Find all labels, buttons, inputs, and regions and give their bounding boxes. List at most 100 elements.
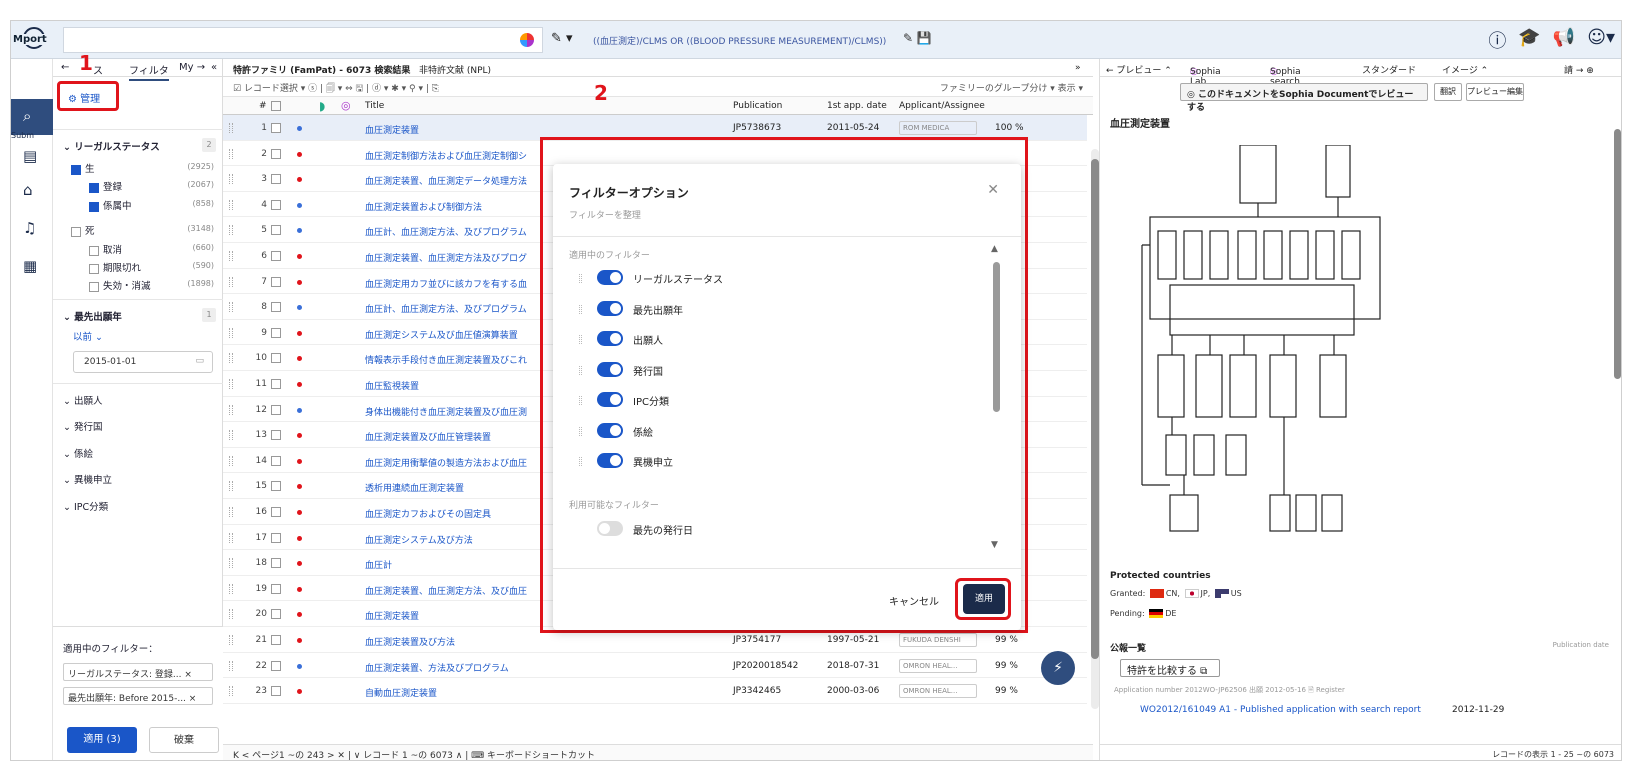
- drag-handle-icon[interactable]: [229, 583, 233, 594]
- patent-drawing[interactable]: [1130, 145, 1570, 555]
- row-checkbox[interactable]: [271, 225, 281, 236]
- facet-country[interactable]: ⌄ 発行国: [63, 419, 103, 433]
- megaphone-icon[interactable]: 📢: [1553, 27, 1575, 53]
- tab-preview[interactable]: ← プレビュー ⌃: [1106, 63, 1172, 76]
- dialog-apply-button[interactable]: 適用: [963, 584, 1005, 614]
- expand-icon[interactable]: »: [1075, 63, 1081, 73]
- tab-list[interactable]: ス: [93, 62, 103, 77]
- row-title-link[interactable]: 血圧計、血圧測定方法、及びプログラム: [365, 302, 545, 315]
- toggle-switch[interactable]: [597, 270, 623, 285]
- drag-handle-icon[interactable]: [579, 365, 582, 375]
- drag-handle-icon[interactable]: [229, 404, 233, 415]
- row-title-link[interactable]: 血圧計、血圧測定方法、及びプログラム: [365, 225, 545, 238]
- manage-button[interactable]: ⚙ 管理: [57, 81, 119, 111]
- pager[interactable]: K < ページ1 ~の 243 > ✕ | ∨ レコード 1 ~の 6073 ∧…: [223, 744, 1093, 760]
- lapsed-checkbox[interactable]: 失効・消滅: [89, 278, 151, 292]
- tab-standard[interactable]: スタンダード: [1362, 63, 1416, 76]
- edit-preview-button[interactable]: プレビュー編集: [1466, 83, 1524, 101]
- discard-button[interactable]: 破棄: [149, 727, 219, 753]
- drag-handle-icon[interactable]: [229, 123, 233, 133]
- row-checkbox[interactable]: [271, 558, 281, 569]
- drag-handle-icon[interactable]: [229, 481, 233, 492]
- apply-filters-button[interactable]: 適用 (3): [67, 727, 137, 753]
- row-checkbox[interactable]: [271, 251, 281, 261]
- priority-year-header[interactable]: ⌄ 最先出願年: [63, 309, 122, 323]
- filter-chip-priority[interactable]: 最先出願年: Before 2015-... ×: [63, 687, 213, 705]
- drag-handle-icon[interactable]: [229, 532, 233, 543]
- facet-opposition[interactable]: ⌄ 異機申立: [63, 472, 112, 486]
- save-icon[interactable]: 💾: [917, 31, 932, 45]
- col-publication[interactable]: Publication: [733, 101, 782, 111]
- dead-checkbox[interactable]: 死: [71, 223, 95, 237]
- before-dropdown[interactable]: 以前 ⌄: [73, 329, 103, 343]
- pending-checkbox[interactable]: 係属中: [89, 198, 132, 212]
- tab-npl[interactable]: 非特許文献 (NPL): [419, 63, 491, 76]
- row-checkbox[interactable]: [271, 199, 281, 210]
- row-checkbox[interactable]: [271, 327, 281, 338]
- row-title-link[interactable]: 血圧測定装置: [365, 609, 545, 622]
- row-checkbox[interactable]: [271, 379, 281, 389]
- drag-handle-icon[interactable]: [229, 276, 233, 287]
- drag-handle-icon[interactable]: [579, 396, 582, 405]
- col-applicant[interactable]: Applicant/Assignee: [899, 101, 985, 111]
- app-logo[interactable]: Mport: [13, 27, 57, 53]
- row-title-link[interactable]: 身体出機能付き血圧測定装置及び血圧測: [365, 405, 545, 418]
- toggle-switch[interactable]: [597, 331, 623, 346]
- row-checkbox[interactable]: [271, 532, 281, 543]
- toolbar-actions[interactable]: ☑ レコード選択 ▾ ⓢ | 🗐 ▾ ⇔ 🖫 | ⓓ ▾ ✱ ▾ ⚲ ▾ | ⎘: [233, 81, 439, 97]
- row-applicant[interactable]: ROM MEDICA: [899, 121, 977, 135]
- compare-patents-button[interactable]: 特許を比較する ⧉: [1120, 659, 1220, 677]
- toggle-switch[interactable]: [597, 453, 623, 468]
- tab-my[interactable]: My →: [179, 62, 205, 73]
- registered-checkbox[interactable]: 登録: [89, 179, 122, 193]
- row-title-link[interactable]: 血圧測定カフおよびその固定具: [365, 507, 545, 520]
- row-title-link[interactable]: 透析用連続血圧測定装置: [365, 481, 545, 494]
- application-number[interactable]: Application number 2012WO-JP62506 出願 201…: [1114, 685, 1345, 697]
- row-checkbox[interactable]: [271, 609, 281, 620]
- bell-icon[interactable]: ♫: [23, 219, 41, 237]
- row-checkbox[interactable]: [271, 455, 281, 466]
- row-title-link[interactable]: 血圧測定制御方法および血圧測定制御シ: [365, 149, 545, 162]
- toggle-switch[interactable]: [597, 300, 623, 316]
- row-checkbox[interactable]: [271, 481, 281, 492]
- filter-chip-legal[interactable]: リーガルステータス: 登録... ×: [63, 663, 213, 681]
- drag-handle-icon[interactable]: [229, 686, 233, 697]
- row-applicant[interactable]: OMRON HEAL...: [899, 658, 977, 673]
- document-icon[interactable]: ▤: [23, 147, 41, 165]
- drag-handle-icon[interactable]: [229, 379, 233, 389]
- help-icon[interactable]: ⓘ: [1488, 27, 1506, 53]
- search-icon[interactable]: ⌕: [23, 107, 41, 125]
- row-title-link[interactable]: 血圧測定システム及び方法: [365, 533, 545, 546]
- user-icon[interactable]: ☺▾: [1587, 27, 1615, 53]
- drag-handle-icon[interactable]: [579, 426, 582, 436]
- table-row[interactable]: 23 自動血圧測定装置 JP3342465 2000-03-06 OMRON HEAL.…: [223, 678, 1087, 704]
- row-title-link[interactable]: 血圧測定装置、血圧測定方法及びプログ: [365, 251, 545, 264]
- row-applicant[interactable]: FUKUDA DENSHI: [899, 633, 977, 647]
- calendar-icon[interactable]: ▭: [195, 356, 204, 366]
- row-title-link[interactable]: 血圧計: [365, 558, 545, 571]
- row-checkbox[interactable]: [271, 583, 281, 594]
- drag-handle-icon[interactable]: [229, 174, 233, 185]
- facet-drawing[interactable]: ⌄ 係絵: [63, 446, 93, 460]
- drag-handle-icon[interactable]: [229, 148, 233, 159]
- row-title-link[interactable]: 血圧測定用カフ並びに該カフを有する血: [365, 277, 545, 290]
- row-title-link[interactable]: 血圧測定装置、血圧測定方法、及び血圧: [365, 584, 545, 597]
- toggle-switch[interactable]: [597, 361, 623, 377]
- drag-handle-icon[interactable]: [229, 507, 233, 517]
- drag-handle-icon[interactable]: [229, 635, 233, 645]
- row-title-link[interactable]: 血圧測定システム及び血圧値演算装置: [365, 328, 545, 341]
- drag-handle-icon[interactable]: [229, 327, 233, 338]
- facet-applicant[interactable]: ⌄ 出願人: [63, 393, 103, 407]
- toggle-switch[interactable]: [597, 422, 623, 438]
- row-title-link[interactable]: 血圧測定装置及び方法: [365, 635, 545, 648]
- drag-handle-icon[interactable]: [229, 353, 233, 364]
- tab-filter[interactable]: フィルタ: [129, 62, 169, 81]
- drag-handle-icon[interactable]: [229, 225, 233, 236]
- row-checkbox[interactable]: [271, 507, 281, 517]
- sophia-icon[interactable]: [520, 33, 534, 47]
- edit-icon[interactable]: ✎: [903, 31, 913, 45]
- sophia-review-button[interactable]: ◎ このドキュメントをSophia Documentでレビューする: [1180, 83, 1428, 113]
- row-title-link[interactable]: 自動血圧測定装置: [365, 686, 545, 699]
- col-date[interactable]: 1st app. date: [827, 101, 887, 111]
- drag-handle-icon[interactable]: [229, 302, 233, 313]
